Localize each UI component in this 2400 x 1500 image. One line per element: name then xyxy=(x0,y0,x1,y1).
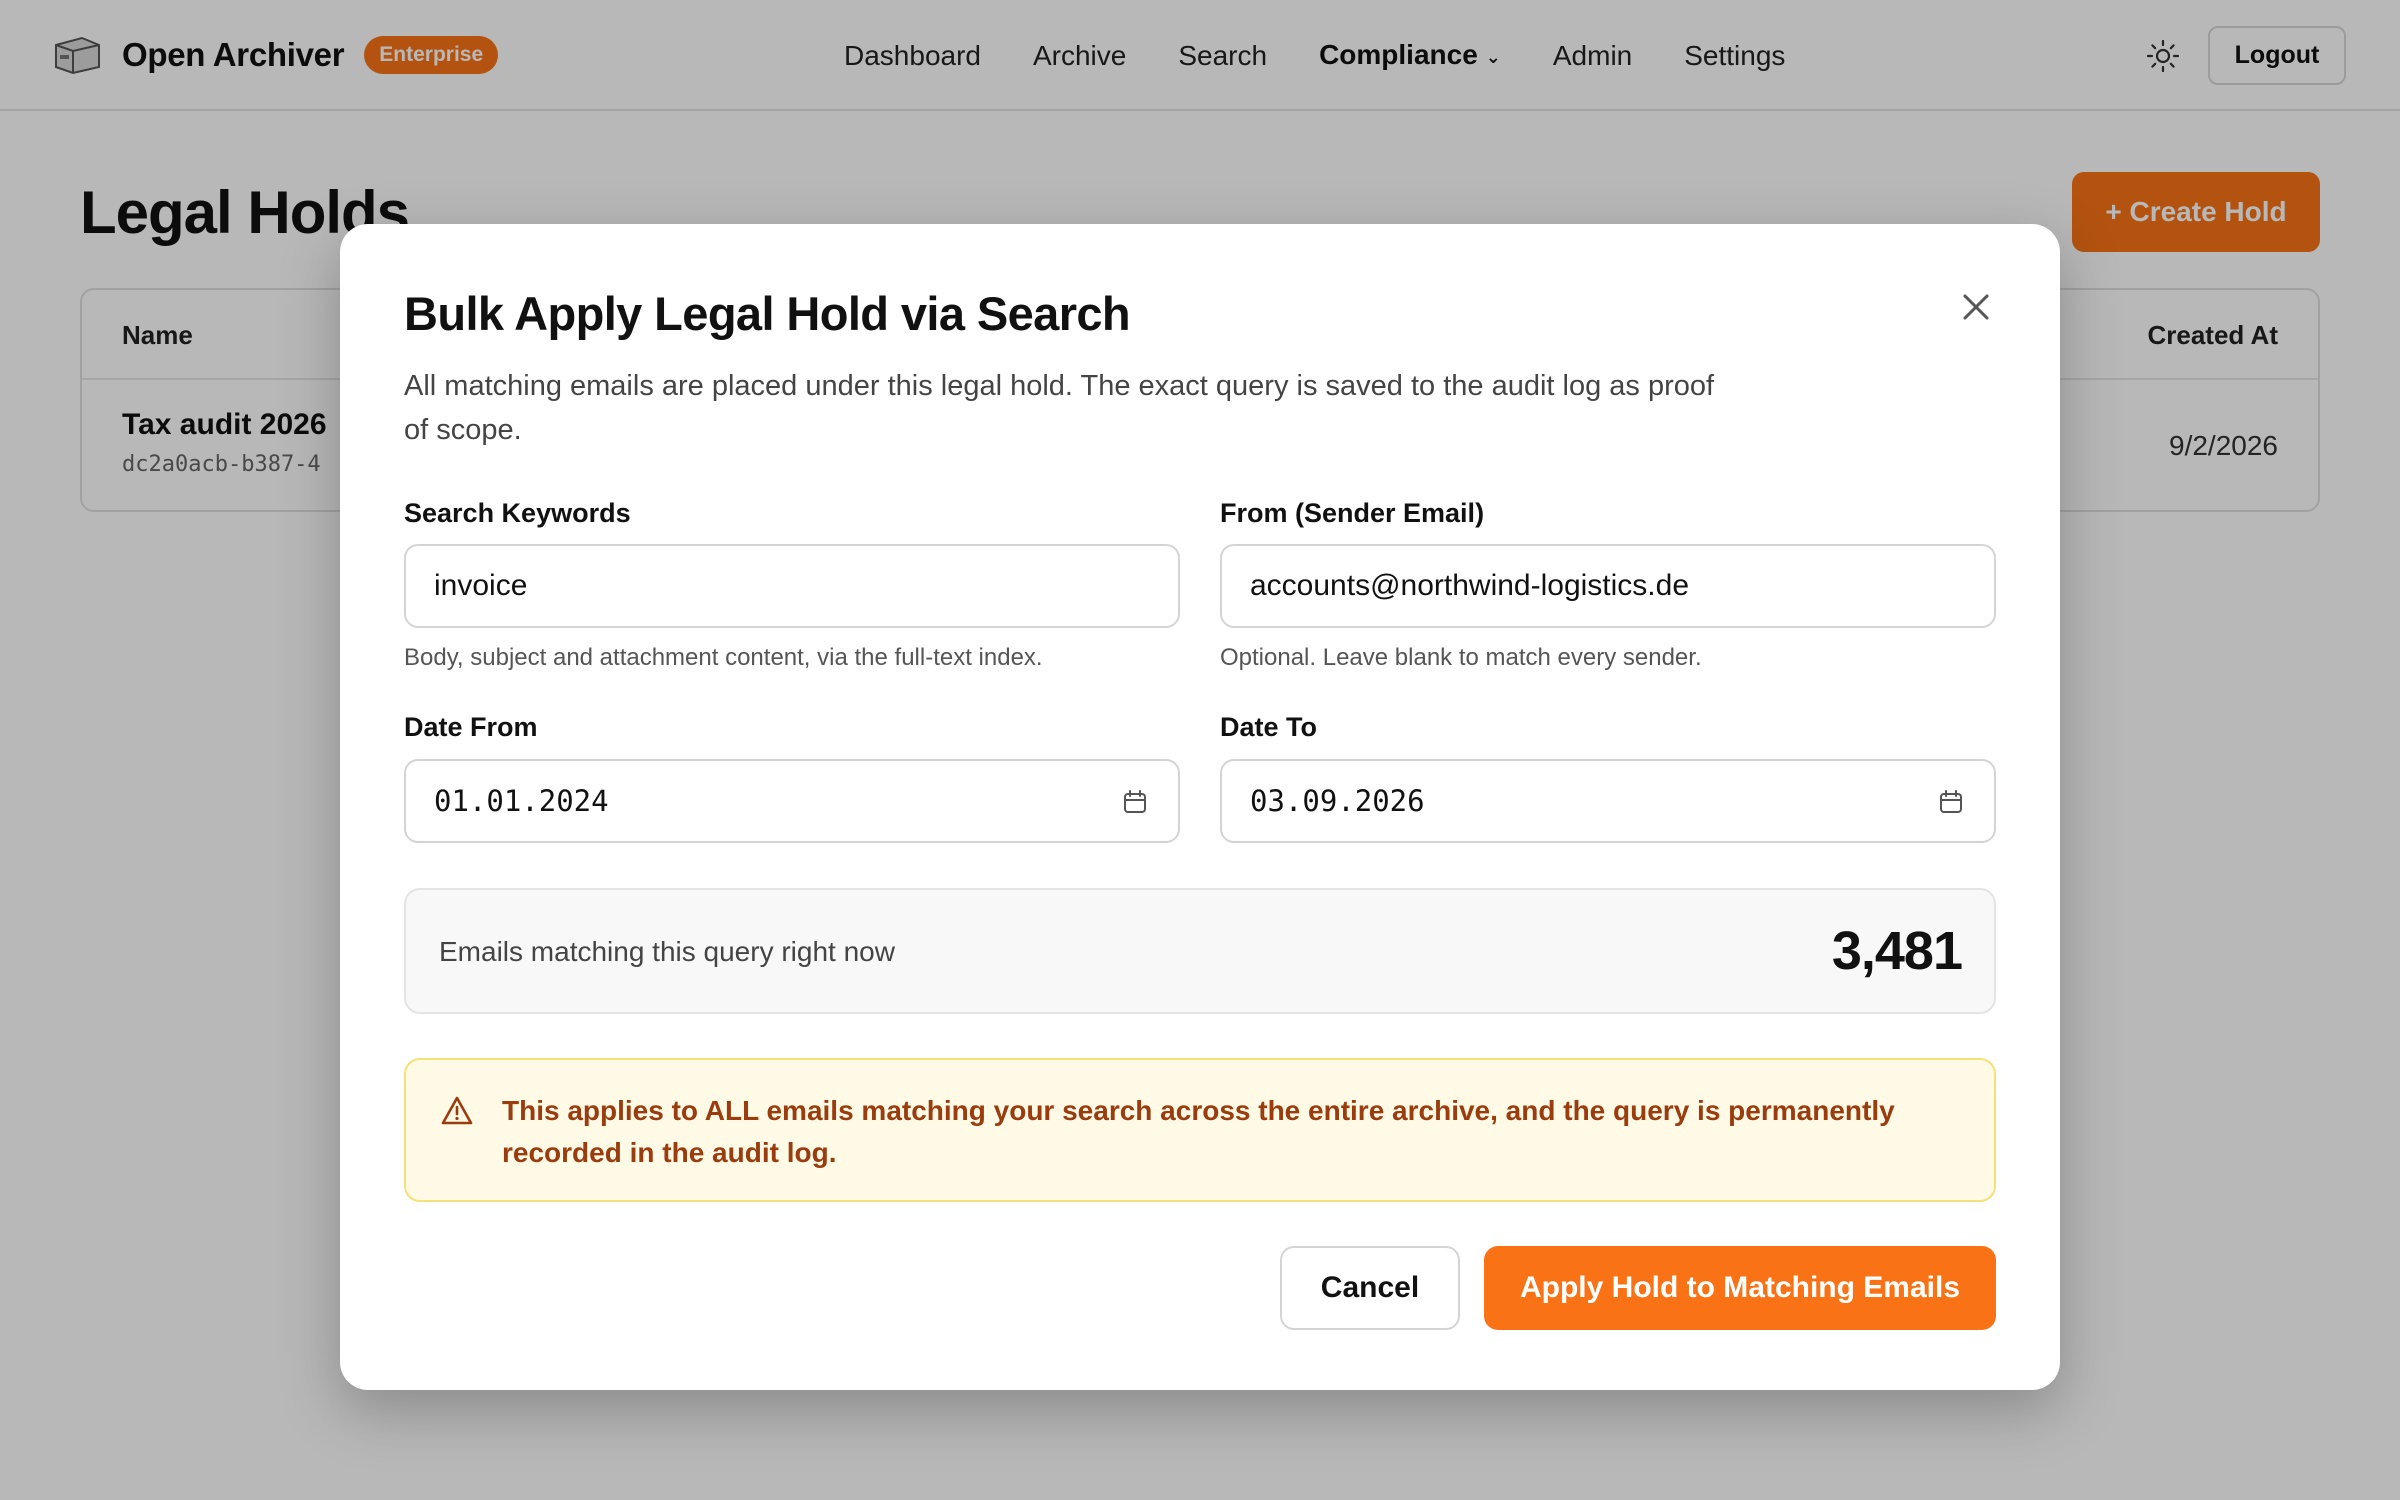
keywords-value: invoice xyxy=(434,569,528,602)
date-to-input[interactable]: 03.09.2026 xyxy=(1220,759,1996,843)
date-to-label: Date To xyxy=(1220,712,1318,742)
warning-text: This applies to ALL emails matching your… xyxy=(502,1095,1895,1168)
date-from-value: 01.01.2024 xyxy=(434,784,609,818)
match-count-panel: Emails matching this query right now 3,4… xyxy=(404,888,1996,1014)
calendar-icon[interactable] xyxy=(1122,789,1148,815)
match-count-label: Emails matching this query right now xyxy=(439,936,895,967)
dialog-description: All matching emails are placed under thi… xyxy=(404,370,1715,446)
close-icon[interactable] xyxy=(1955,286,1997,328)
match-count-value: 3,481 xyxy=(1831,921,1963,981)
warning-alert: This applies to ALL emails matching your… xyxy=(404,1058,1996,1202)
bulk-apply-dialog: Bulk Apply Legal Hold via Search All mat… xyxy=(340,224,2060,1390)
sender-email-value: accounts@northwind-logistics.de xyxy=(1250,569,1689,602)
sender-label: From (Sender Email) xyxy=(1220,498,1485,528)
keywords-input[interactable]: invoice xyxy=(404,544,1180,628)
keywords-hint: Body, subject and attachment content, vi… xyxy=(404,644,1043,671)
keywords-label: Search Keywords xyxy=(404,498,631,528)
date-from-input[interactable]: 01.01.2024 xyxy=(404,759,1180,843)
date-to-value: 03.09.2026 xyxy=(1250,784,1425,818)
apply-hold-button[interactable]: Apply Hold to Matching Emails xyxy=(1484,1246,1996,1330)
sender-hint: Optional. Leave blank to match every sen… xyxy=(1220,644,1702,671)
date-from-label: Date From xyxy=(404,712,538,742)
warning-triangle-icon xyxy=(441,1096,473,1125)
sender-email-input[interactable]: accounts@northwind-logistics.de xyxy=(1220,544,1996,628)
calendar-icon[interactable] xyxy=(1938,789,1964,815)
dialog-title: Bulk Apply Legal Hold via Search xyxy=(404,287,1131,340)
cancel-button[interactable]: Cancel xyxy=(1280,1246,1460,1330)
